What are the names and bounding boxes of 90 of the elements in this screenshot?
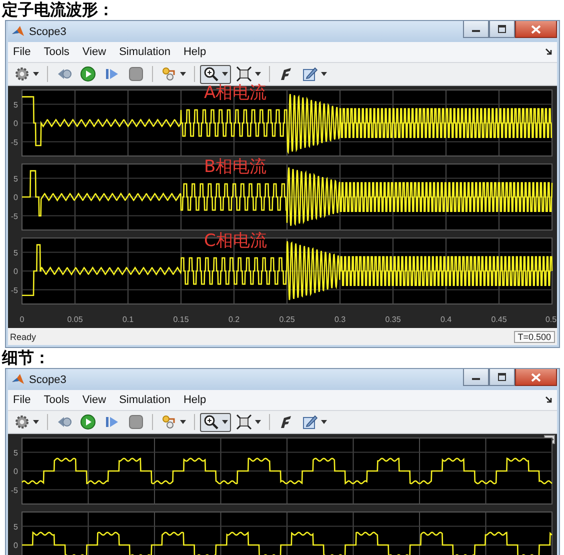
time-readout: T=0.500 <box>514 330 555 342</box>
style-icon <box>278 414 294 430</box>
caret-icon <box>180 72 186 76</box>
tick-label: -5 <box>10 212 18 221</box>
toolbar-button[interactable] <box>200 64 231 84</box>
tick-label: 0.2 <box>228 315 240 324</box>
tick-label: 0.1 <box>122 315 134 324</box>
toolbar-button[interactable] <box>200 412 231 432</box>
play-icon <box>80 414 96 430</box>
dock-icon[interactable] <box>545 48 553 56</box>
tick-label: 0 <box>14 541 18 550</box>
dock-icon[interactable] <box>545 396 553 404</box>
menu-item[interactable]: View <box>82 394 106 406</box>
style-icon <box>278 66 294 82</box>
tick-label: 0 <box>20 315 24 324</box>
tick-label: -5 <box>10 486 18 495</box>
stop-icon <box>128 414 144 430</box>
zoom-icon <box>203 66 219 82</box>
edit-icon <box>302 414 318 430</box>
menu-item[interactable]: File <box>13 394 31 406</box>
menu-item[interactable]: Simulation <box>119 46 170 58</box>
window-title: Scope3 <box>29 374 66 386</box>
caret-icon <box>255 72 261 76</box>
tick-label: 0.15 <box>173 315 189 324</box>
caret-icon <box>255 420 261 424</box>
tick-label: 0 <box>14 193 18 202</box>
caret-icon <box>222 420 228 424</box>
tick-label: 5 <box>14 100 18 110</box>
section-heading: 细节： <box>0 348 51 368</box>
highlight-icon <box>161 414 177 430</box>
menu-item[interactable]: Help <box>183 46 206 58</box>
tick-label: 0.25 <box>279 315 295 324</box>
step-forward-icon <box>104 66 120 82</box>
caret-icon <box>33 420 39 424</box>
maximize-icon <box>497 25 507 33</box>
tick-label: 0.4 <box>440 315 452 324</box>
caret-icon <box>180 420 186 424</box>
tick-label: -5 <box>10 138 18 147</box>
close-icon <box>531 24 541 34</box>
menu-item[interactable]: View <box>82 46 106 58</box>
close-icon <box>531 372 541 382</box>
menu-item[interactable]: Tools <box>44 394 70 406</box>
tick-label: 0 <box>14 467 18 476</box>
maximize-icon <box>497 373 507 381</box>
step-forward-icon <box>104 414 120 430</box>
caret-icon <box>33 72 39 76</box>
signal-label: C相电流 <box>204 231 267 251</box>
signal-label: B相电流 <box>204 157 267 177</box>
zoom-icon <box>203 414 219 430</box>
caret-icon <box>321 420 327 424</box>
edit-icon <box>302 66 318 82</box>
signal-label: A相电流 <box>204 83 267 103</box>
close-button[interactable] <box>515 21 557 38</box>
app-icon <box>11 24 25 38</box>
maximize-button[interactable] <box>489 369 515 386</box>
tick-label: 0.45 <box>491 315 507 324</box>
minimize-button[interactable] <box>463 21 489 38</box>
fit-icon <box>236 66 252 82</box>
maximize-button[interactable] <box>489 21 515 38</box>
step-back-icon <box>56 414 72 430</box>
app-icon <box>11 372 25 386</box>
caret-icon <box>321 72 327 76</box>
tick-label: 5 <box>14 248 18 258</box>
tick-label: 0.3 <box>334 315 346 324</box>
tick-label: 5 <box>14 522 18 532</box>
menu-item[interactable]: File <box>13 46 31 58</box>
gear-icon <box>14 66 30 82</box>
step-back-icon <box>56 66 72 82</box>
window-title: Scope3 <box>29 26 66 38</box>
status-text: Ready <box>10 332 36 342</box>
highlight-icon <box>161 66 177 82</box>
tick-label: 5 <box>14 448 18 458</box>
caret-icon <box>222 72 228 76</box>
menu-item[interactable]: Simulation <box>119 394 170 406</box>
tick-label: -5 <box>10 286 18 295</box>
tick-label: 0.05 <box>67 315 83 324</box>
gear-icon <box>14 414 30 430</box>
tick-label: 5 <box>14 174 18 184</box>
minimize-button[interactable] <box>463 369 489 386</box>
stop-icon <box>128 66 144 82</box>
fit-icon <box>236 414 252 430</box>
menu-item[interactable]: Tools <box>44 46 70 58</box>
tick-label: 0 <box>14 119 18 128</box>
close-button[interactable] <box>515 369 557 386</box>
tick-label: 0.35 <box>385 315 401 324</box>
tick-label: 0 <box>14 267 18 276</box>
play-icon <box>80 66 96 82</box>
section-heading: 定子电流波形： <box>0 0 115 20</box>
tick-label: 0.5 <box>545 315 557 324</box>
menu-item[interactable]: Help <box>183 394 206 406</box>
